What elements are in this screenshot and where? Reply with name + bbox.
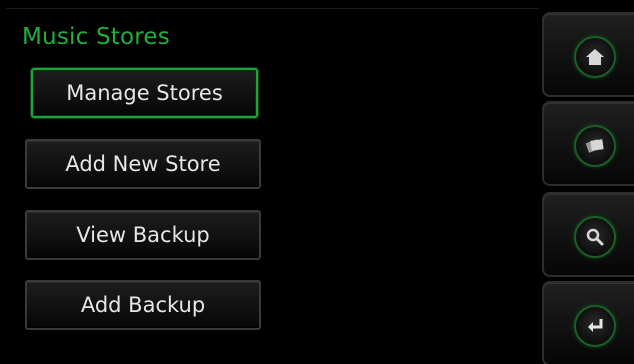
music-stores-screen: Music Stores Manage Stores Add New Store… (0, 0, 634, 364)
search-icon (574, 216, 616, 258)
add-backup-button[interactable]: Add Backup (25, 280, 261, 330)
home-icon (574, 36, 616, 78)
manage-stores-label: Manage Stores (66, 81, 223, 105)
view-backup-label: View Backup (76, 223, 210, 247)
view-backup-button[interactable]: View Backup (25, 210, 261, 260)
search-button[interactable] (542, 192, 634, 277)
back-button[interactable] (542, 281, 634, 364)
manage-stores-button[interactable]: Manage Stores (31, 68, 258, 118)
add-new-store-label: Add New Store (65, 152, 221, 176)
cards-button[interactable] (542, 101, 634, 186)
home-button[interactable] (542, 12, 634, 97)
add-new-store-button[interactable]: Add New Store (25, 139, 261, 189)
page-title: Music Stores (22, 24, 170, 50)
add-backup-label: Add Backup (80, 293, 206, 317)
back-icon (574, 305, 616, 347)
cards-icon (574, 125, 616, 167)
